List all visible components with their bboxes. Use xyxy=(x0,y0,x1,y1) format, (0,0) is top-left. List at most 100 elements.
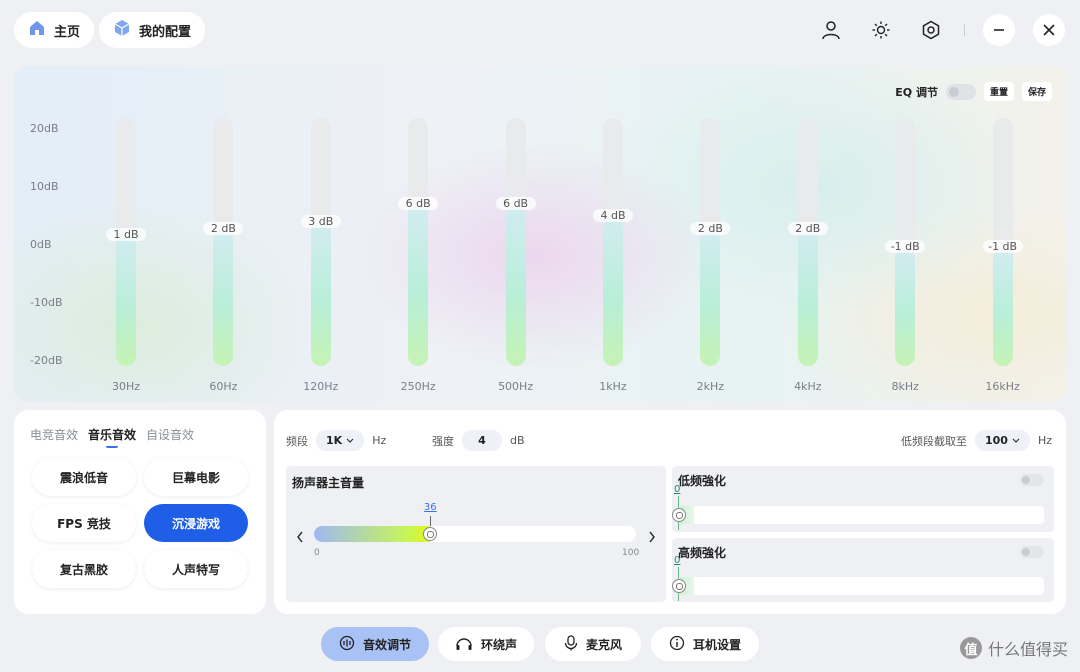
eq-save-button[interactable]: 保存 xyxy=(1021,82,1052,101)
treble-panel: 高频強化 0 xyxy=(672,538,1054,602)
eq-band-fill xyxy=(992,248,1013,366)
settings-hex-icon[interactable] xyxy=(915,14,947,46)
eq-band-frequency: 250Hz xyxy=(400,380,436,393)
eq-band-slider[interactable] xyxy=(116,118,136,366)
db-scale-label: -20dB xyxy=(30,354,63,367)
preset-button[interactable]: 震浪低音 xyxy=(32,458,136,496)
volume-fill xyxy=(314,526,430,542)
treble-value: 0 xyxy=(674,555,681,566)
nav-tab[interactable]: 环绕声 xyxy=(438,627,534,661)
headphones-icon xyxy=(455,635,473,654)
bass-value: 0 xyxy=(674,484,681,495)
preset-button[interactable]: 巨幕电影 xyxy=(144,458,248,496)
chevron-left-icon[interactable] xyxy=(296,528,304,547)
eq-band-value: -1 dB xyxy=(885,240,926,254)
band-select[interactable]: 1K xyxy=(316,430,365,451)
gain-input[interactable]: 4 xyxy=(462,430,502,451)
treble-title: 高频強化 xyxy=(678,546,727,560)
volume-min: 0 xyxy=(314,548,320,558)
watermark: 值 什么值得买 xyxy=(959,636,1068,660)
eq-reset-button[interactable]: 重置 xyxy=(983,82,1014,101)
eq-band-value: 2 dB xyxy=(787,221,828,235)
eq-band-value: 4 dB xyxy=(593,209,633,223)
volume-marker xyxy=(429,516,431,526)
bass-toggle[interactable] xyxy=(1020,474,1044,486)
my-config-button[interactable]: 我的配置 xyxy=(99,12,206,48)
preset-button[interactable]: 沉浸游戏 xyxy=(144,504,248,542)
nav-tab[interactable]: 麦克风 xyxy=(545,627,641,661)
bass-panel: 低频強化 0 xyxy=(672,466,1054,532)
brightness-icon[interactable] xyxy=(865,14,897,46)
chevron-down-icon xyxy=(346,434,354,447)
gain-unit: dB xyxy=(510,434,525,447)
eq-band-value: 6 dB xyxy=(495,196,536,210)
preset-tab[interactable]: 音乐音效 xyxy=(88,426,136,448)
preset-tab[interactable]: 电竞音效 xyxy=(30,426,78,443)
close-icon[interactable] xyxy=(1033,14,1065,46)
eq-band-fill xyxy=(797,229,818,366)
eq-panel: EQ 调节 重置 保存 20dB 10dB 0dB -10dB -20dB 1 dB 30… xyxy=(14,66,1066,402)
band-row: 频段 1K Hz xyxy=(286,430,386,451)
eq-band-frequency: 120Hz xyxy=(303,380,339,393)
eq-toggle[interactable] xyxy=(945,83,976,100)
microphone-icon xyxy=(564,634,578,654)
eq-band-slider[interactable] xyxy=(310,118,331,366)
nav-tab[interactable]: 耳机设置 xyxy=(651,627,759,661)
my-config-label: 我的配置 xyxy=(139,24,192,40)
eq-band-frequency: 4kHz xyxy=(794,380,822,393)
eq-band-frequency: 60Hz xyxy=(209,380,238,393)
volume-knob[interactable] xyxy=(422,527,437,541)
eq-band-fill xyxy=(213,229,234,366)
eq-band-slider[interactable] xyxy=(213,118,234,366)
eq-band-slider[interactable] xyxy=(603,118,623,366)
eq-band-fill xyxy=(895,248,916,366)
eq-band-value: 6 dB xyxy=(398,196,439,210)
volume-title: 扬声器主音量 xyxy=(292,476,365,490)
nav-tab[interactable]: 音效调节 xyxy=(321,627,429,661)
gain-row: 强度 4 dB xyxy=(432,430,525,451)
treble-slider[interactable] xyxy=(678,577,1044,595)
preset-tab[interactable]: 自设音效 xyxy=(146,426,194,443)
db-scale-label: 0dB xyxy=(30,238,52,251)
eq-band-value: -1 dB xyxy=(982,240,1023,254)
cutoff-select[interactable]: 100 xyxy=(974,430,1030,451)
eq-band-value: 3 dB xyxy=(300,215,341,229)
cutoff-value: 100 xyxy=(984,434,1008,447)
band-label: 频段 xyxy=(286,434,308,448)
eq-toolbar: EQ 调节 重置 保存 xyxy=(895,82,1052,101)
nav-tab-label: 环绕声 xyxy=(480,637,517,652)
eq-band-frequency: 2kHz xyxy=(696,380,725,393)
preset-button[interactable]: 复古黑胶 xyxy=(32,550,136,588)
bass-slider[interactable] xyxy=(678,506,1044,524)
eq-band-slider[interactable] xyxy=(700,118,721,366)
watermark-badge: 值 xyxy=(959,637,982,659)
control-panel: 频段 1K Hz 强度 4 dB 低频段截取至 100 Hz 扬声器主音量 36… xyxy=(274,410,1066,614)
home-icon xyxy=(28,19,46,41)
eq-band-slider[interactable] xyxy=(797,118,818,366)
sound-wave-icon xyxy=(339,635,355,654)
treble-toggle[interactable] xyxy=(1020,546,1044,558)
eq-band-fill xyxy=(116,235,136,366)
user-icon[interactable] xyxy=(815,14,847,46)
eq-band-slider[interactable] xyxy=(408,118,429,366)
nav-tab-label: 麦克风 xyxy=(585,637,622,652)
volume-value: 36 xyxy=(423,502,437,513)
chevron-right-icon[interactable] xyxy=(648,528,656,547)
eq-band-fill xyxy=(408,204,429,366)
preset-button[interactable]: FPS 竞技 xyxy=(32,504,136,542)
home-button[interactable]: 主页 xyxy=(14,12,95,48)
preset-button[interactable]: 人声特写 xyxy=(144,550,248,588)
cutoff-unit: Hz xyxy=(1037,434,1052,447)
bass-knob[interactable] xyxy=(672,508,686,522)
watermark-text: 什么值得买 xyxy=(987,640,1068,659)
eq-band-slider[interactable] xyxy=(505,118,526,366)
minimize-icon[interactable] xyxy=(983,14,1015,46)
volume-slider[interactable] xyxy=(314,526,636,542)
treble-knob[interactable] xyxy=(672,579,686,593)
cutoff-row: 低频段截取至 100 Hz xyxy=(901,430,1052,451)
bass-title: 低频強化 xyxy=(678,474,727,488)
eq-band-fill xyxy=(310,223,331,366)
nav-tab-label: 耳机设置 xyxy=(692,637,741,652)
chevron-down-icon xyxy=(1012,434,1020,447)
gain-label: 强度 xyxy=(432,434,454,448)
